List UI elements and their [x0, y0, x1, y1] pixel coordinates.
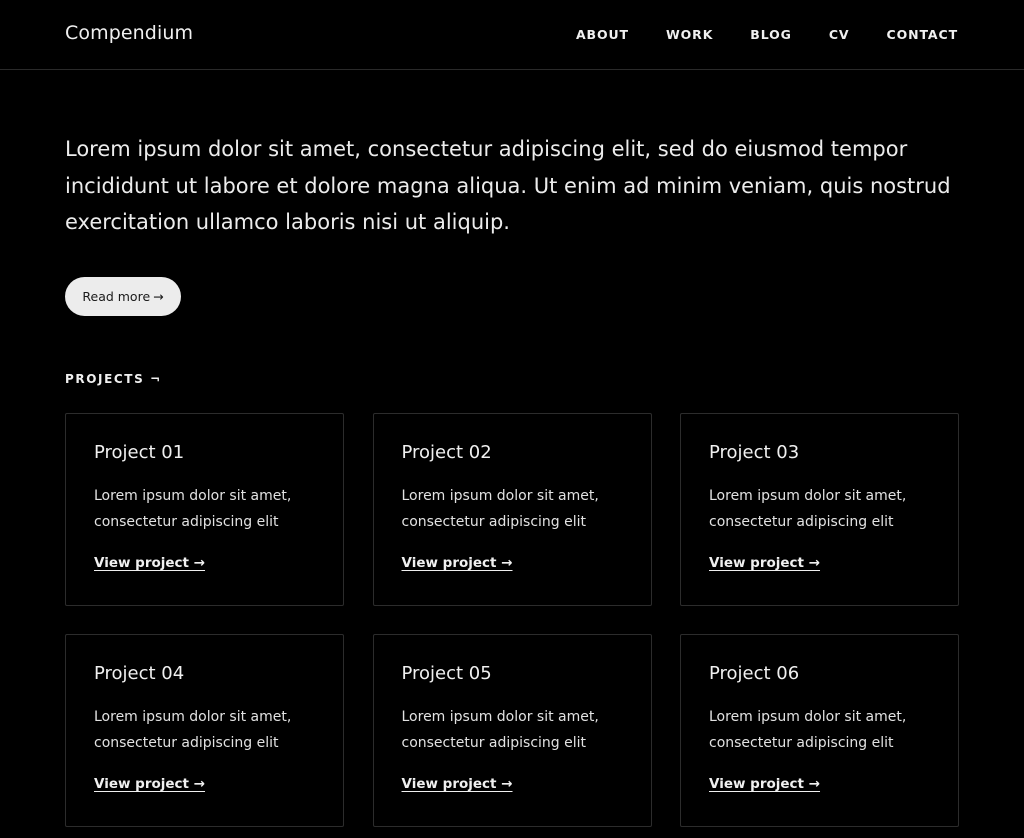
project-card-05: Project 05 Lorem ipsum dolor sit amet, c… — [372, 634, 652, 827]
project-title: Project 02 — [401, 442, 492, 463]
brand-logo-link[interactable]: Compendium — [65, 22, 193, 44]
project-card-04: Project 04 Lorem ipsum dolor sit amet, c… — [65, 634, 344, 827]
project-card-06: Project 06 Lorem ipsum dolor sit amet, c… — [680, 634, 959, 827]
read-more-button[interactable]: Read more → — [65, 277, 181, 316]
project-title: Project 04 — [94, 663, 185, 684]
view-project-link[interactable]: View project → — [94, 776, 205, 792]
project-title: Project 06 — [709, 663, 800, 684]
site-header: Compendium ABOUT WORK BLOG CV CONTACT — [0, 0, 1024, 70]
project-card-02: Project 02 Lorem ipsum dolor sit amet, c… — [372, 413, 652, 606]
project-description: Lorem ipsum dolor sit amet, consectetur … — [401, 709, 599, 751]
arrow-right-icon: → — [153, 289, 164, 304]
project-card-03: Project 03 Lorem ipsum dolor sit amet, c… — [680, 413, 959, 606]
hero-text: Lorem ipsum dolor sit amet, consectetur … — [65, 137, 951, 234]
nav-about[interactable]: ABOUT — [576, 27, 629, 42]
view-project-link[interactable]: View project → — [709, 555, 820, 571]
project-title: Project 03 — [709, 442, 800, 463]
view-project-link[interactable]: View project → — [94, 555, 205, 571]
project-description: Lorem ipsum dolor sit amet, consectetur … — [709, 488, 907, 530]
nav-blog[interactable]: BLOG — [750, 27, 792, 42]
nav-cv[interactable]: CV — [829, 27, 850, 42]
project-description: Lorem ipsum dolor sit amet, consectetur … — [94, 709, 292, 751]
view-project-link[interactable]: View project → — [402, 776, 513, 792]
nav-contact[interactable]: CONTACT — [887, 27, 959, 42]
project-title: Project 01 — [94, 442, 185, 463]
view-project-link[interactable]: View project → — [709, 776, 820, 792]
read-more-label: Read more — [82, 289, 151, 304]
project-description: Lorem ipsum dolor sit amet, consectetur … — [94, 488, 292, 530]
project-description: Lorem ipsum dolor sit amet, consectetur … — [401, 488, 599, 530]
main-nav: ABOUT WORK BLOG CV CONTACT — [576, 27, 958, 42]
nav-work[interactable]: WORK — [666, 27, 713, 42]
view-project-link[interactable]: View project → — [402, 555, 513, 571]
projects-grid: Project 01 Lorem ipsum dolor sit amet, c… — [65, 413, 959, 827]
projects-section-label: PROJECTS ¬ — [65, 372, 162, 386]
project-title: Project 05 — [401, 663, 492, 684]
project-description: Lorem ipsum dolor sit amet, consectetur … — [709, 709, 907, 751]
project-card-01: Project 01 Lorem ipsum dolor sit amet, c… — [65, 413, 344, 606]
